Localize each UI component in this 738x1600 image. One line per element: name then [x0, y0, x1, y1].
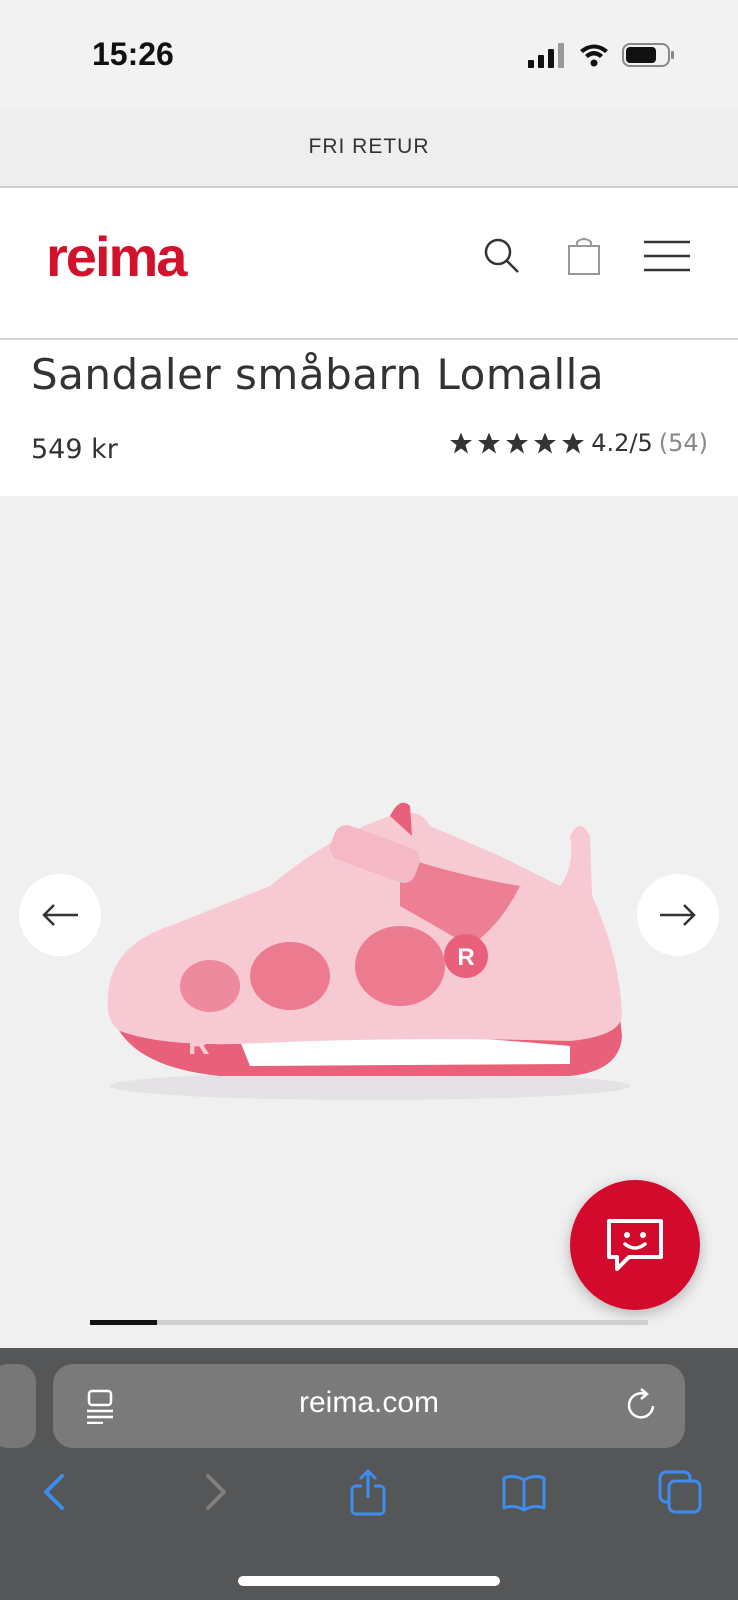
status-icons [528, 43, 674, 68]
previous-image-button[interactable] [19, 874, 101, 956]
star-icon [506, 432, 529, 454]
product-rating[interactable]: 4.2/5 (54) [449, 426, 708, 460]
address-bar[interactable]: reima.com [53, 1364, 685, 1448]
product-price: 549 kr [31, 434, 118, 465]
product-gallery[interactable]: R R [0, 496, 738, 1348]
shopping-bag-icon[interactable] [562, 234, 606, 278]
star-icon [534, 432, 557, 454]
signal-icon [528, 43, 564, 68]
svg-text:R: R [457, 944, 474, 971]
rating-stars [449, 431, 585, 455]
status-bar: 15:26 [0, 0, 738, 108]
rating-score: 4.2/5 [591, 429, 653, 457]
site-header: reima [0, 188, 738, 340]
battery-icon [622, 43, 674, 67]
search-icon[interactable] [480, 234, 524, 278]
wifi-icon [580, 44, 608, 67]
svg-text:R: R [188, 1028, 210, 1061]
brand-logo[interactable]: reima [46, 224, 187, 289]
home-indicator[interactable] [238, 1576, 500, 1586]
next-image-button[interactable] [637, 874, 719, 956]
browser-toolbar: reima.com [0, 1348, 738, 1600]
tabs-icon[interactable] [656, 1468, 704, 1516]
arrow-left-icon [42, 904, 78, 926]
chat-button[interactable] [570, 1180, 700, 1310]
product-title: Sandaler småbarn Lomalla [31, 350, 605, 399]
promo-banner[interactable]: FRI RETUR [0, 108, 738, 188]
reload-icon[interactable] [625, 1386, 659, 1424]
arrow-right-icon [660, 904, 696, 926]
bookmarks-icon[interactable] [500, 1468, 548, 1516]
previous-tab-preview[interactable] [0, 1364, 36, 1448]
star-icon [450, 432, 473, 454]
url-text[interactable]: reima.com [53, 1386, 685, 1420]
forward-icon[interactable] [190, 1468, 238, 1516]
back-icon[interactable] [32, 1468, 80, 1516]
product-image: R R [107, 802, 630, 1100]
chat-icon [607, 1219, 663, 1271]
status-time: 15:26 [92, 36, 174, 72]
rating-count[interactable]: (54) [659, 429, 708, 457]
star-icon [562, 432, 585, 454]
star-icon [478, 432, 501, 454]
menu-icon[interactable] [642, 234, 692, 278]
share-icon[interactable] [344, 1468, 392, 1516]
gallery-progress [90, 1320, 648, 1325]
gallery-progress-fill [90, 1320, 157, 1325]
